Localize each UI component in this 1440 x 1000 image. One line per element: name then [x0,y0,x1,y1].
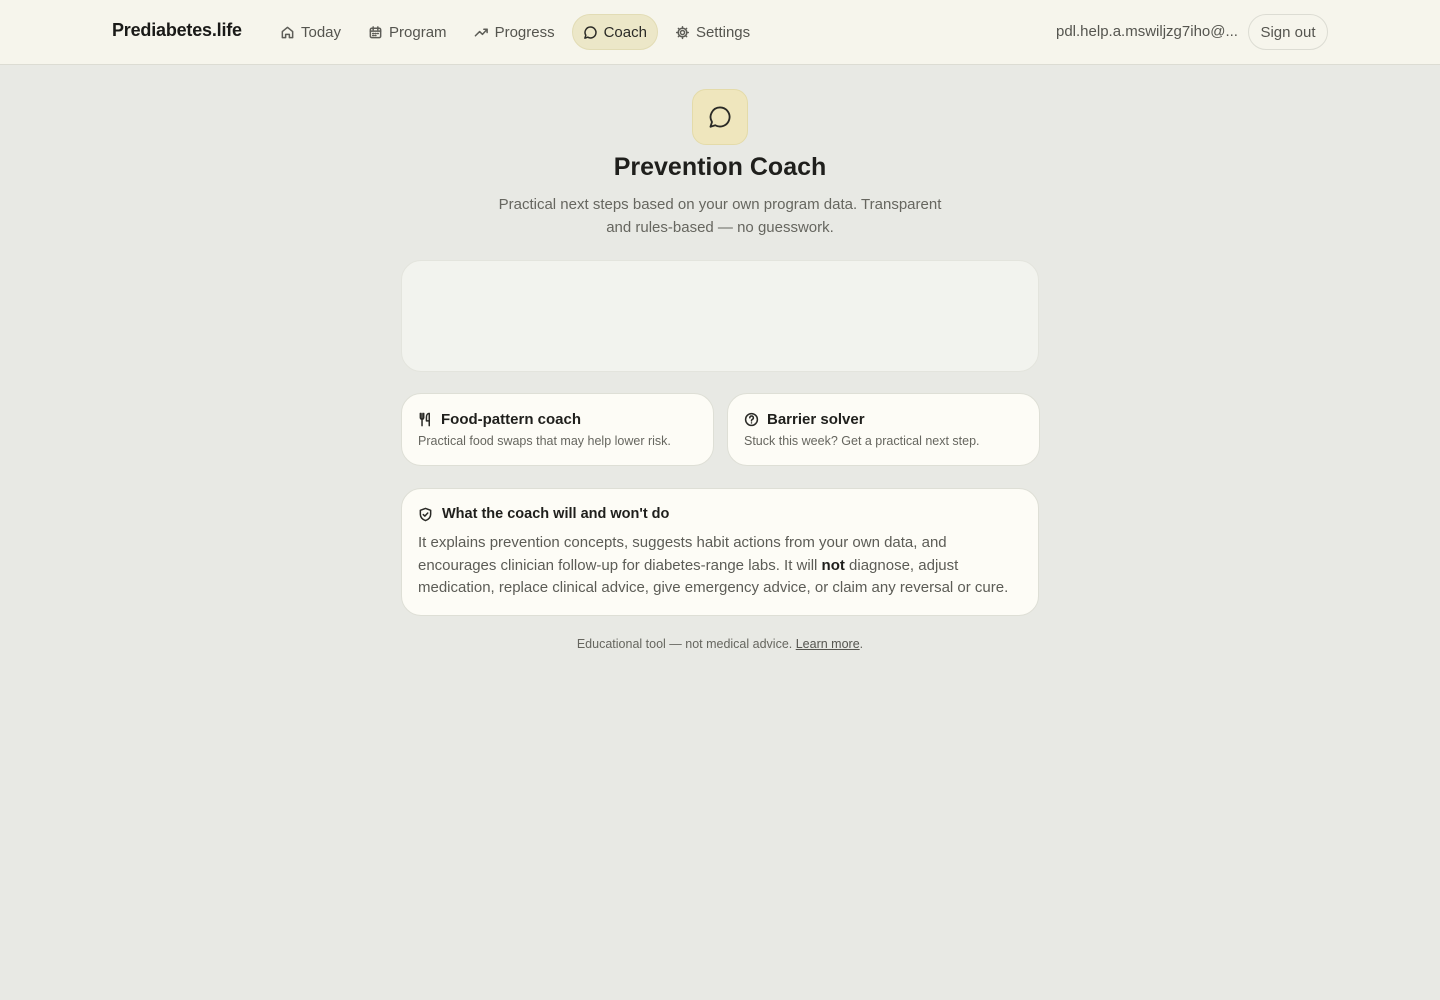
nav-item-settings[interactable]: Settings [665,14,760,50]
nav-item-coach[interactable]: Coach [571,14,658,50]
disclaimer-text: Educational tool — not medical advice. [576,637,796,651]
top-navigation-bar: Prediabetes.life Today Program Progress … [0,0,1440,65]
home-icon [281,26,294,38]
nav-item-today[interactable]: Today [270,14,351,50]
learn-more-link[interactable]: Learn more [796,637,860,651]
food-pattern-coach-title: Food-pattern coach [441,411,582,428]
coach-limits-card: What the coach will and won't do It expl… [401,488,1039,616]
coach-suggestion-panel [401,260,1039,372]
shield-check-icon [419,507,432,521]
coach-limits-title: What the coach will and won't do [442,506,670,522]
coach-hero-badge [692,89,748,145]
nav-label-settings: Settings [695,23,751,41]
nav-label-progress: Progress [494,23,555,41]
utensils-icon [419,412,430,427]
food-pattern-coach-card[interactable]: Food-pattern coach Practical food swaps … [401,393,714,466]
nav-label-coach: Coach [603,23,647,41]
nav-label-program: Program [389,23,447,41]
page-subtitle: Practical next steps based on your own p… [498,196,942,236]
barrier-solver-description: Stuck this week? Get a practical next st… [744,434,980,448]
barrier-solver-header: Barrier solver [744,411,1023,428]
gear-icon [675,25,690,39]
coach-limits-emphasis: not [821,556,845,574]
user-email: pdl.help.a.mswiljzg7iho@... [1056,23,1238,40]
trending-up-icon [474,27,488,37]
sign-out-button[interactable]: Sign out [1248,14,1328,50]
chat-bubble-icon [709,106,731,128]
brand-logo[interactable]: Prediabetes.life [112,20,242,41]
chat-bubble-icon [583,25,597,39]
barrier-solver-title: Barrier solver [767,411,865,428]
coach-limits-body: It explains prevention concepts, suggest… [418,532,1022,600]
food-pattern-coach-header: Food-pattern coach [418,411,697,428]
calendar-icon [369,25,382,38]
nav-label-today: Today [301,23,342,41]
barrier-solver-card[interactable]: Barrier solver Stuck this week? Get a pr… [727,393,1040,466]
nav-item-progress[interactable]: Progress [464,14,565,50]
nav-item-program[interactable]: Program [358,14,457,50]
help-circle-icon [744,412,759,427]
disclaimer-period: . [859,637,864,651]
page-title: Prevention Coach [613,153,827,181]
main-nav: Today Program Progress Coach Settings [270,14,767,50]
coach-limits-header: What the coach will and won't do [418,506,1022,522]
page-footer: Educational tool — not medical advice. L… [0,637,1440,651]
food-pattern-coach-description: Practical food swaps that may help lower… [418,434,671,448]
